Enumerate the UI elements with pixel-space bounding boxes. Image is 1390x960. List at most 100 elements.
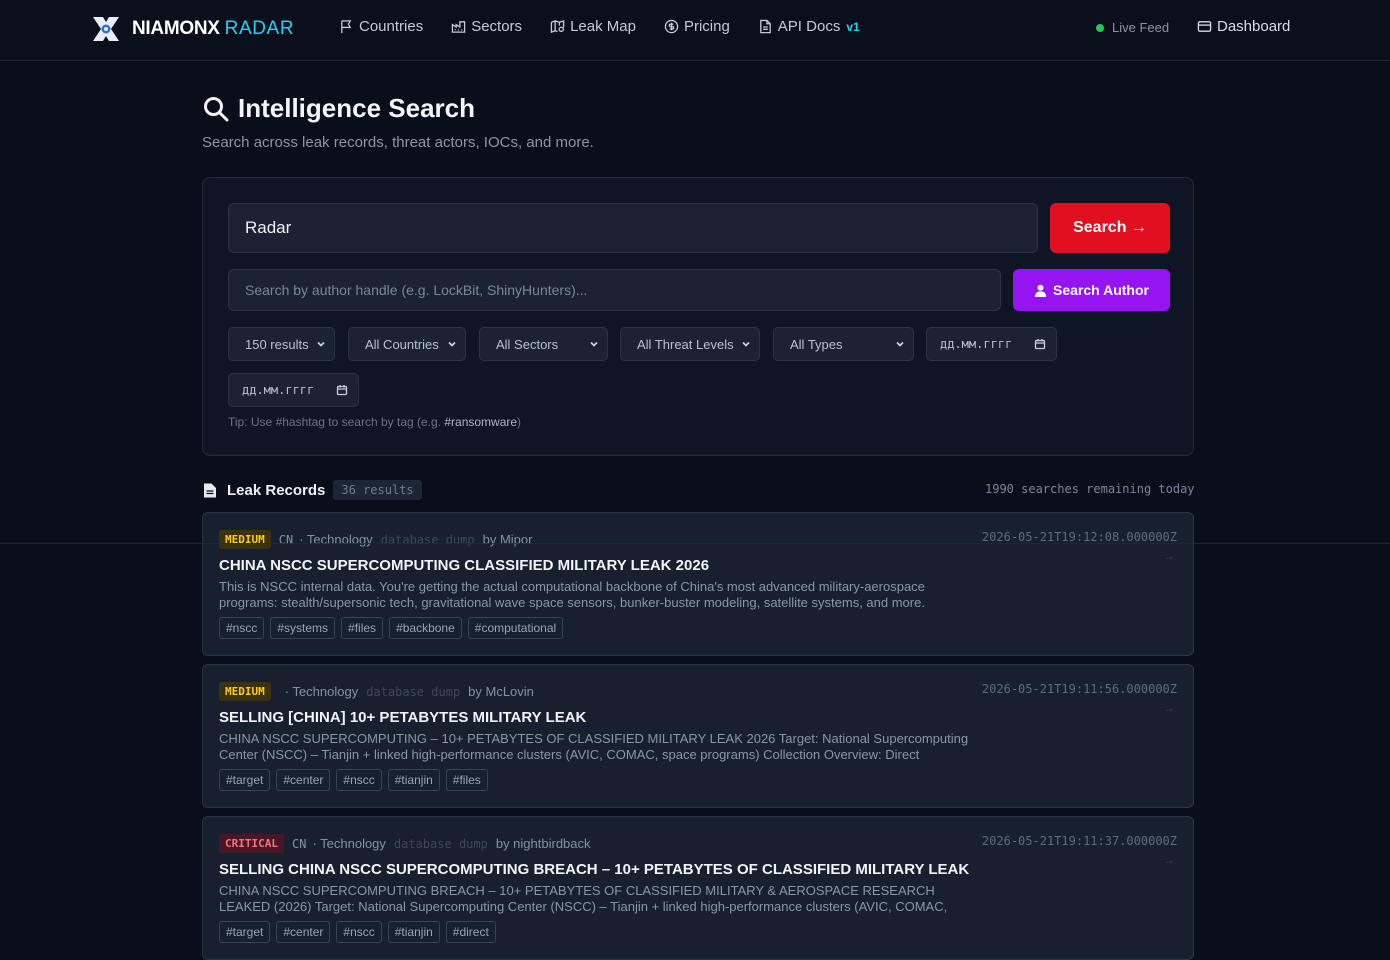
user-icon (1034, 284, 1047, 297)
nav-countries[interactable]: Countries (339, 18, 423, 35)
document-icon (759, 19, 771, 34)
search-button[interactable]: Search → (1050, 203, 1170, 253)
dashboard-link[interactable]: Dashboard (1197, 18, 1290, 35)
logo-icon (93, 17, 119, 41)
record-timestamp: 2026-05-21T19:11:56.000000Z (981, 682, 1177, 696)
live-feed-label: Live Feed (1112, 20, 1170, 35)
record-timestamp: 2026-05-21T19:12:08.000000Z (981, 530, 1177, 544)
tag[interactable]: #tianjin (387, 769, 440, 791)
tag[interactable]: #files (445, 769, 488, 791)
open-arrow-icon[interactable]: → (1163, 853, 1175, 867)
severity-badge: CRITICAL (219, 834, 284, 853)
record-type: database dump (393, 836, 488, 851)
record-title[interactable]: SELLING CHINA NSCC SUPERCOMPUTING BREACH… (219, 861, 969, 878)
open-arrow-icon[interactable]: → (1163, 549, 1175, 563)
tag[interactable]: #target (219, 921, 271, 943)
record-sector[interactable]: · Technology (285, 684, 358, 699)
record-author[interactable]: by nightbirdback (496, 836, 591, 851)
record-tags: #nscc #systems #files #backbone #computa… (219, 617, 564, 639)
logo[interactable]: NIAMONX RADAR (90, 13, 294, 45)
nav-label: Countries (359, 18, 424, 35)
date-value: дд.мм.гггг (242, 383, 315, 397)
nav-label: Leak Map (570, 18, 636, 35)
leak-record-card[interactable]: CRITICAL CN · Technology database dump b… (202, 816, 1194, 960)
record-tags: #target #center #nscc #tianjin #direct (219, 921, 496, 943)
page-title-text: Intelligence Search (238, 93, 475, 123)
tag[interactable]: #computational (467, 617, 564, 639)
live-dot-icon (1096, 23, 1104, 32)
tag[interactable]: #backbone (389, 617, 462, 639)
type-select[interactable]: All Types (773, 327, 914, 361)
nav-api-docs[interactable]: API Docs v1 (758, 18, 860, 35)
tag[interactable]: #center (276, 921, 331, 943)
record-author[interactable]: by McLovin (468, 684, 534, 699)
record-title[interactable]: SELLING [CHINA] 10+ PETABYTES MILITARY L… (219, 709, 586, 726)
author-search-input[interactable] (228, 269, 1001, 311)
chevron-down-icon (448, 341, 456, 347)
country-select[interactable]: All Countries (348, 327, 466, 361)
nav-leak-map[interactable]: Leak Map (550, 18, 636, 35)
country-code[interactable]: CN (292, 837, 306, 851)
results-limit-select[interactable]: 150 results (228, 327, 335, 361)
document-icon (204, 483, 216, 497)
record-meta: CRITICAL CN · Technology database dump b… (219, 834, 591, 853)
dashboard-label: Dashboard (1217, 18, 1291, 35)
search-tip: Tip: Use #hashtag to search by tag (e.g.… (228, 415, 521, 429)
record-meta: MEDIUM · Technology database dump by McL… (219, 682, 534, 701)
tag[interactable]: #center (276, 769, 331, 791)
search-input[interactable] (228, 203, 1038, 253)
tag[interactable]: #nscc (336, 921, 382, 943)
select-value: All Types (790, 336, 843, 352)
map-pin-icon (550, 19, 565, 34)
leak-record-card[interactable]: MEDIUM · Technology database dump by McL… (202, 664, 1194, 808)
search-author-label: Search Author (1053, 282, 1149, 298)
dollar-circle-icon (664, 19, 679, 34)
chevron-down-icon (742, 341, 750, 347)
logo-accent-text: RADAR (224, 18, 295, 39)
date-to-input[interactable]: дд.мм.гггг (228, 373, 359, 407)
tag[interactable]: #tianjin (387, 921, 440, 943)
severity-badge: MEDIUM (219, 530, 271, 549)
tip-example[interactable]: #ransomware (444, 415, 517, 429)
record-description: This is NSCC internal data. You're getti… (219, 579, 925, 610)
severity-badge: MEDIUM (219, 682, 271, 701)
record-type: database dump (380, 532, 475, 547)
nav-label: Pricing (683, 18, 730, 35)
record-sector[interactable]: · Technology (312, 836, 385, 851)
record-author[interactable]: by Mipor (483, 532, 533, 547)
date-value: дд.мм.гггг (940, 337, 1013, 351)
search-author-button[interactable]: Search Author (1013, 269, 1170, 311)
record-sector[interactable]: · Technology (299, 532, 372, 547)
select-value: All Threat Levels (637, 336, 734, 352)
chevron-down-icon (896, 341, 904, 347)
tag[interactable]: #nscc (336, 769, 382, 791)
search-icon (204, 96, 229, 121)
tag[interactable]: #nscc (219, 617, 265, 639)
results-count-badge: 36 results (333, 480, 422, 500)
nav-label: API Docs (777, 18, 841, 35)
version-badge: v1 (846, 19, 860, 34)
record-description: CHINA NSCC SUPERCOMPUTING BREACH – 10+ P… (219, 883, 948, 914)
tag[interactable]: #files (341, 617, 384, 639)
open-arrow-icon[interactable]: → (1163, 701, 1175, 715)
results-title: Leak Records (227, 481, 326, 499)
country-code[interactable]: CN (279, 533, 293, 547)
nav-pricing[interactable]: Pricing (664, 18, 730, 35)
card-icon (1197, 21, 1212, 32)
results-header: Leak Records 36 results (203, 480, 422, 500)
divider (0, 543, 1390, 544)
threat-level-select[interactable]: All Threat Levels (620, 327, 760, 361)
nav-sectors[interactable]: Sectors (451, 18, 522, 35)
record-tags: #target #center #nscc #tianjin #files (219, 769, 488, 791)
tag[interactable]: #systems (270, 617, 336, 639)
tip-suffix: ) (517, 415, 522, 429)
top-navbar: NIAMONX RADAR Countries Sectors Leak Map (0, 0, 1390, 61)
tag[interactable]: #target (219, 769, 271, 791)
record-title[interactable]: CHINA NSCC SUPERCOMPUTING CLASSIFIED MIL… (219, 557, 709, 574)
select-value: All Countries (365, 336, 439, 352)
live-feed-status[interactable]: Live Feed (1096, 20, 1169, 35)
date-from-input[interactable]: дд.мм.гггг (926, 327, 1057, 361)
leak-record-card[interactable]: MEDIUM CN · Technology database dump by … (202, 512, 1194, 656)
sector-select[interactable]: All Sectors (479, 327, 608, 361)
tag[interactable]: #direct (445, 921, 496, 943)
